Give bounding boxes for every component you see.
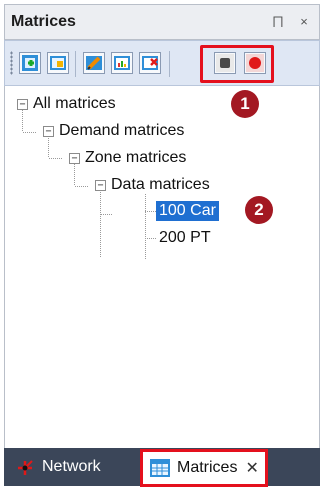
tree-node-label: Demand matrices xyxy=(59,122,185,139)
collapse-icon[interactable]: − xyxy=(69,152,80,164)
tree-node-demand-matrices[interactable]: − Demand matrices xyxy=(43,120,187,142)
callout-badge-2: 2 xyxy=(245,196,273,224)
tab-network[interactable]: Network xyxy=(8,452,107,482)
tree-line xyxy=(100,186,101,258)
close-tab-icon[interactable]: ✕ xyxy=(245,458,258,478)
tab-matrices[interactable]: Matrices ✕ xyxy=(140,449,268,487)
tree-node-label: Zone matrices xyxy=(85,149,187,166)
add-matrix-icon[interactable] xyxy=(19,52,41,74)
tree-line xyxy=(101,214,113,215)
toolbar-grip[interactable] xyxy=(10,51,13,75)
toolbar-separator xyxy=(169,51,170,77)
title-buttons: ⨅ × xyxy=(271,14,311,30)
chart-icon[interactable] xyxy=(111,52,133,74)
tree-line xyxy=(23,132,37,133)
tree-line xyxy=(49,158,63,159)
callout-badge-1: 1 xyxy=(231,90,259,118)
tree-node-zone-matrices[interactable]: − Zone matrices xyxy=(69,147,189,169)
collapse-icon[interactable]: − xyxy=(17,98,28,110)
panel-title: Matrices xyxy=(11,13,76,30)
tree-node-all-matrices[interactable]: − All matrices xyxy=(17,93,119,115)
collapse-icon[interactable]: − xyxy=(43,125,54,137)
matrix-tree: − All matrices − Demand matrices − Zone … xyxy=(4,86,320,448)
tree-node-label: 200 PT xyxy=(159,229,211,246)
tree-node-data-matrices[interactable]: − Data matrices xyxy=(95,174,213,196)
matrix-icon xyxy=(150,459,170,477)
toolbar-highlight-frame xyxy=(200,45,274,83)
open-matrix-icon[interactable] xyxy=(47,52,69,74)
matrices-panel: Matrices ⨅ × − All matrices − Demand mat… xyxy=(4,4,320,487)
close-icon[interactable]: × xyxy=(297,14,311,30)
tree-line xyxy=(75,186,89,187)
document-tab-strip: Network Matrices ✕ xyxy=(4,448,320,487)
collapse-icon[interactable]: − xyxy=(95,179,106,191)
network-icon xyxy=(18,460,33,475)
edit-matrix-icon[interactable] xyxy=(83,52,105,74)
panel-title-bar: Matrices ⨅ × xyxy=(4,4,320,40)
tree-node-label: All matrices xyxy=(33,95,116,112)
tab-label: Network xyxy=(42,458,101,475)
toolbar xyxy=(4,40,320,86)
tree-node-label: 100 Car xyxy=(156,201,219,221)
toolbar-separator xyxy=(75,51,76,77)
tab-label: Matrices xyxy=(177,459,238,476)
delete-matrix-icon[interactable] xyxy=(139,52,161,74)
tree-line xyxy=(145,194,146,260)
tree-node-label: Data matrices xyxy=(111,176,210,193)
pin-icon[interactable]: ⨅ xyxy=(271,14,285,30)
tree-node-200-pt[interactable]: 200 PT xyxy=(156,227,214,249)
tree-node-100-car[interactable]: 100 Car xyxy=(156,200,219,222)
